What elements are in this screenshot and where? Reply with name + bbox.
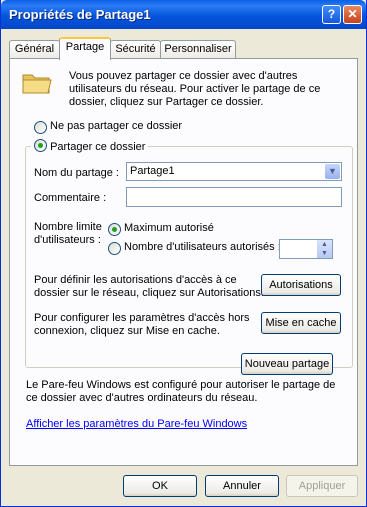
user-limit-label: Nombre limite d'utilisateurs : [34,221,102,246]
properties-dialog: Propriétés de Partage1 ? ✕ Général Parta… [0,0,367,507]
sharing-panel: Vous pouvez partager ce dossier avec d'a… [9,58,358,466]
close-button[interactable]: ✕ [343,5,362,24]
caching-button[interactable]: Mise en cache [261,312,341,334]
tab-general[interactable]: Général [9,40,60,58]
share-name-value: Partage1 [130,165,175,177]
chevron-down-icon[interactable]: ▼ [325,164,340,179]
shared-folder-icon [22,74,52,94]
apply-button[interactable]: Appliquer [286,475,358,497]
title-bar[interactable]: Propriétés de Partage1 ? ✕ [1,0,366,29]
new-share-button[interactable]: Nouveau partage [241,353,333,375]
share-radio-row: Partager ce dossier [31,139,149,153]
tab-securite[interactable]: Sécurité [110,40,161,58]
sharing-intro-text: Vous pouvez partager ce dossier avec d'a… [69,70,321,108]
firewall-settings-link[interactable]: Afficher les paramètres du Pare-feu Wind… [26,418,247,430]
max-users-radio[interactable] [108,223,121,236]
ok-button[interactable]: OK [123,475,197,497]
spin-down-icon[interactable]: ▼ [317,249,332,258]
share-label[interactable]: Partager ce dossier [50,141,145,153]
permissions-button[interactable]: Autorisations [261,274,341,296]
user-count-spinner[interactable]: ▲ ▼ [279,239,333,259]
tab-partage[interactable]: Partage [59,37,111,60]
spinner-buttons[interactable]: ▲ ▼ [317,240,332,258]
permissions-text: Pour définir les autorisations d'accès à… [34,274,264,299]
allowed-users-label[interactable]: Nombre d'utilisateurs autorisés : [124,241,281,253]
caching-text: Pour configurer les paramètres d'accès h… [34,312,250,337]
no-share-radio[interactable] [34,121,47,134]
share-radio[interactable] [34,139,47,152]
allowed-users-radio[interactable] [108,242,121,255]
spin-up-icon[interactable]: ▲ [317,240,332,249]
firewall-text: Le Pare-feu Windows est configuré pour a… [26,379,336,404]
help-button[interactable]: ? [322,5,341,24]
share-name-dropdown[interactable]: Partage1 ▼ [126,162,342,181]
window-title: Propriétés de Partage1 [9,7,151,22]
comment-label: Commentaire : [34,192,107,204]
max-users-label[interactable]: Maximum autorisé [124,222,214,234]
cancel-button[interactable]: Annuler [205,475,279,497]
no-share-label[interactable]: Ne pas partager ce dossier [50,120,182,132]
comment-input[interactable] [126,187,342,207]
share-name-label: Nom du partage : [34,167,119,179]
tab-personnaliser[interactable]: Personnaliser [160,40,236,58]
